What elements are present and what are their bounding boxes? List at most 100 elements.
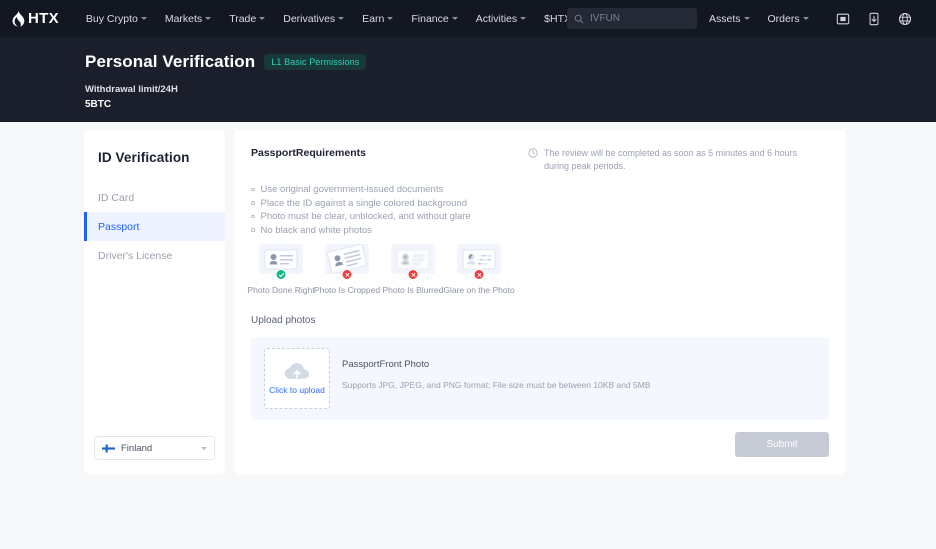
example-photo-blurred: Photo Is Blurred [380, 244, 446, 295]
country-select[interactable]: Finland [94, 436, 215, 460]
globe-icon[interactable] [898, 12, 912, 26]
status-badge-error [407, 269, 419, 280]
status-badge-ok [275, 269, 287, 280]
app-download-icon[interactable] [836, 12, 850, 26]
page-root: HTX Buy Crypto Markets Trade Derivatives [0, 0, 936, 549]
requirement-item: Photo must be clear, unblocked, and with… [251, 210, 471, 223]
nav-item-label: Assets [709, 12, 741, 25]
withdrawal-limit-value: 5BTC [85, 99, 112, 110]
example-label: Glare on the Photo [443, 285, 515, 295]
sidebar-item-passport[interactable]: Passport [84, 212, 225, 241]
check-icon [278, 272, 284, 277]
sidebar-item-drivers-license[interactable]: Driver's License [84, 241, 225, 270]
chevron-down-icon [201, 446, 207, 450]
thumb-wrap [457, 244, 501, 280]
review-notice: The review will be completed as soon as … [528, 147, 818, 173]
upload-title: PassportFront Photo [342, 359, 430, 370]
requirement-item: Place the ID against a single colored ba… [251, 197, 471, 210]
sidebar-item-id-card[interactable]: ID Card [84, 183, 225, 212]
nav-item-label: Orders [767, 12, 800, 25]
close-icon [411, 272, 415, 277]
nav-item-label: Markets [164, 12, 203, 25]
status-badge-error [341, 269, 353, 280]
search-placeholder: IVFUN [590, 13, 620, 24]
nav-item-label: Finance [411, 12, 449, 25]
close-icon [345, 272, 349, 277]
sidebar-title: ID Verification [98, 150, 190, 165]
logo-text: HTX [28, 10, 59, 27]
nav-item-trade[interactable]: Trade [220, 13, 274, 25]
sidebar-item-label: ID Card [98, 191, 135, 204]
search-icon [574, 14, 584, 23]
nav-item-earn[interactable]: Earn [353, 13, 402, 25]
htx-logo[interactable]: HTX [12, 10, 59, 27]
requirement-text: Use original government-issued documents [260, 184, 444, 195]
sidebar-item-label: Passport [98, 220, 140, 233]
requirements-title: PassportRequirements [251, 147, 366, 159]
requirements-list: Use original government-issued documents… [251, 183, 471, 237]
nav-item-label: Trade [229, 12, 257, 25]
nav-right-items: Assets Orders [700, 0, 818, 37]
requirement-text: No black and white photos [260, 224, 372, 236]
nav-item-finance[interactable]: Finance [402, 13, 466, 25]
nav-item-activities[interactable]: Activities [467, 13, 535, 25]
upload-cta-label: Click to upload [269, 385, 325, 395]
bullet-icon [251, 201, 255, 205]
requirement-text: Place the ID against a single colored ba… [260, 197, 468, 209]
thumb-wrap [259, 244, 303, 280]
thumb-wrap [391, 244, 435, 280]
example-label: Photo Done Right [247, 285, 315, 295]
main-card: PassportRequirements The review will be … [234, 130, 846, 474]
nav-item-derivatives[interactable]: Derivatives [274, 13, 353, 25]
status-badge-error [473, 269, 485, 280]
country-name: Finland [121, 442, 153, 454]
upload-meta: PassportFront Photo Supports JPG, JPEG, … [342, 359, 651, 390]
nav-item-buy-crypto[interactable]: Buy Crypto [77, 13, 156, 25]
example-photo-glare: Glare on the Photo [443, 244, 515, 295]
chevron-down-icon [387, 17, 394, 20]
nav-item-markets[interactable]: Markets [156, 13, 220, 25]
dark-header-region: HTX Buy Crypto Markets Trade Derivatives [0, 0, 936, 122]
chevron-down-icon [338, 17, 345, 20]
chevron-down-icon [743, 17, 750, 20]
upload-subtitle: Supports JPG, JPEG, and PNG format; File… [342, 380, 651, 390]
bullet-icon [251, 214, 255, 219]
page-title-row: Personal Verification L1 Basic Permissio… [85, 52, 367, 72]
upload-panel: Click to upload PassportFront Photo Supp… [251, 337, 829, 420]
sidebar-item-label: Driver's License [98, 249, 173, 262]
nav-item-label: Derivatives [283, 12, 336, 25]
chevron-down-icon [520, 17, 527, 20]
sidebar-list: ID Card Passport Driver's License [84, 183, 225, 270]
chevron-down-icon [259, 17, 266, 20]
nav-item-label: Buy Crypto [85, 12, 138, 25]
requirement-text: Photo must be clear, unblocked, and with… [260, 211, 471, 222]
nav-item-orders[interactable]: Orders [759, 13, 818, 25]
nav-item-label: Earn [362, 12, 385, 25]
status-badge: L1 Basic Permissions [264, 54, 367, 70]
example-photo-cropped: Photo Is Cropped [314, 244, 380, 295]
requirement-item: Use original government-issued documents [251, 183, 471, 196]
nav-item-assets[interactable]: Assets [700, 13, 759, 25]
finland-flag-icon [102, 444, 115, 452]
cloud-upload-icon [284, 363, 310, 379]
chevron-down-icon [205, 17, 212, 20]
upload-dropzone[interactable]: Click to upload [264, 348, 330, 409]
sidebar-card: ID Verification ID Card Passport Driver'… [84, 130, 225, 474]
search-input[interactable]: IVFUN [567, 8, 697, 29]
example-photos: Photo Done Right Photo Is Cropped Photo … [247, 244, 515, 295]
review-notice-text: The review will be completed as soon as … [544, 148, 798, 171]
nav-icon-group [836, 0, 912, 37]
nav-item-label: Activities [475, 12, 518, 25]
upload-photos-heading: Upload photos [251, 315, 316, 326]
withdrawal-limit-label: Withdrawal limit/24H [85, 84, 178, 95]
page-title: Personal Verification [85, 52, 256, 71]
download-icon[interactable] [867, 12, 881, 26]
clock-icon [528, 148, 538, 158]
example-label: Photo Is Cropped [313, 285, 381, 295]
example-photo-done-right: Photo Done Right [247, 244, 315, 295]
bullet-icon [251, 228, 255, 232]
thumb-wrap [325, 244, 369, 280]
submit-button[interactable]: Submit [735, 432, 829, 457]
nav-items: Buy Crypto Markets Trade Derivatives Ear… [77, 13, 616, 25]
top-navbar: HTX Buy Crypto Markets Trade Derivatives [0, 0, 936, 37]
